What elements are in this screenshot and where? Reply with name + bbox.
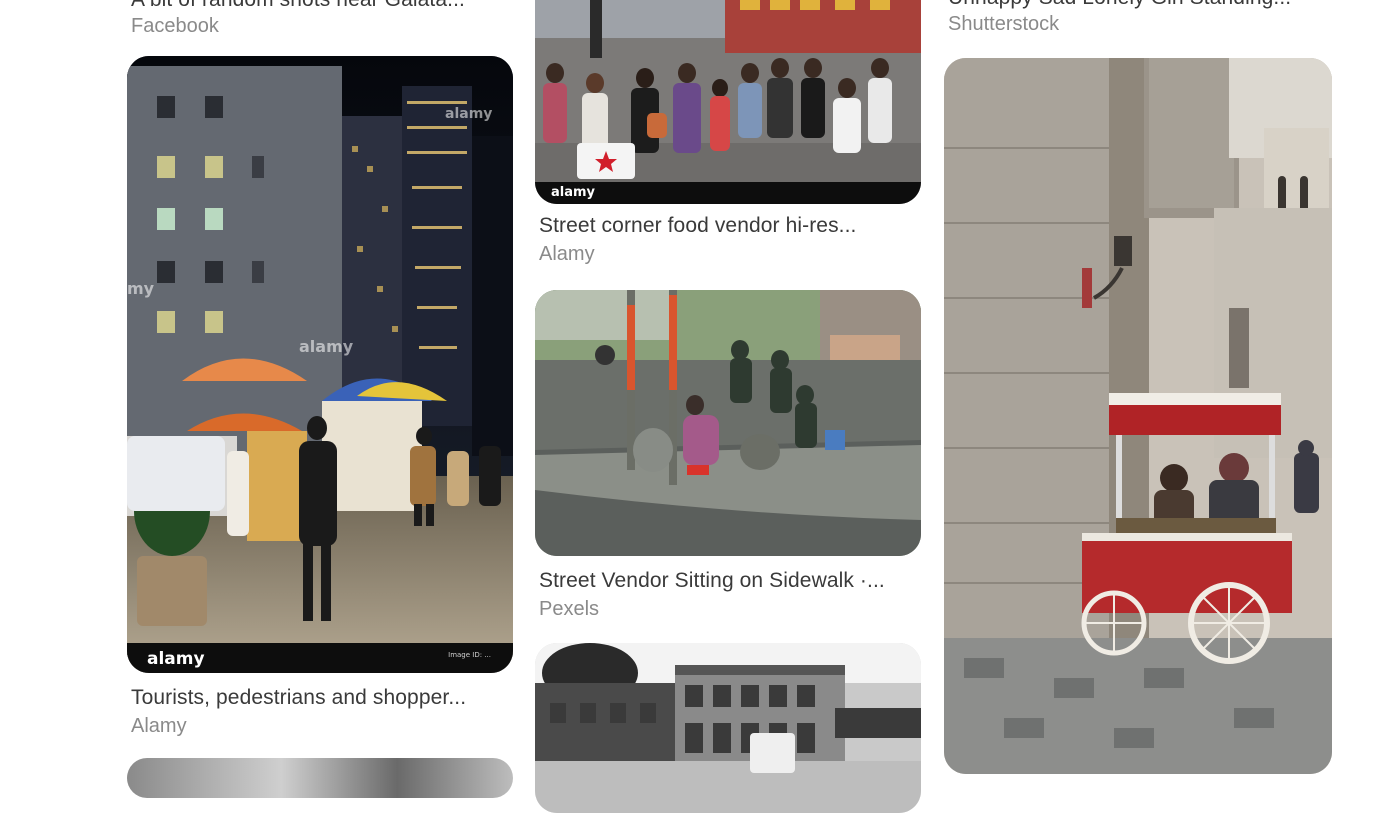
pin-card-sidewalk-vendor[interactable]: Street Vendor Sitting on Sidewalk ·... P… (535, 290, 921, 625)
chestnut-cart-image (944, 58, 1332, 774)
pin-source: Pexels (539, 598, 600, 620)
pin-card-sad-girl[interactable]: Unhappy Sad Lonely Girl Standing... Shut… (948, 0, 1333, 45)
alamy-logo: alamy (551, 185, 596, 200)
svg-text:alamy: alamy (299, 337, 354, 356)
pin-image-nyc-street[interactable]: alamy my alamy alamy Image ID: ... (127, 56, 513, 673)
sidewalk-vendor-image (535, 290, 921, 556)
alamy-footer-bar: alamy Image ID: ... (127, 643, 513, 673)
pin-card-galata[interactable]: A bit of random shots near Galata... Fac… (131, 0, 511, 45)
pin-image-chestnut-cart[interactable] (944, 58, 1332, 774)
pin-title[interactable]: Tourists, pedestrians and shopper... (131, 686, 511, 710)
pin-image-bw-peek[interactable] (127, 758, 513, 798)
pin-title[interactable]: Unhappy Sad Lonely Girl Standing... (948, 0, 1320, 10)
image-id-text: Image ID: ... (448, 651, 491, 659)
pin-source: Shutterstock (948, 13, 1060, 35)
nyc-night-street-image: alamy my alamy (127, 56, 513, 673)
bw-street-image (535, 643, 921, 813)
pin-source: Facebook (131, 15, 219, 37)
alamy-logo: alamy (147, 649, 205, 669)
pin-image-bw-street[interactable] (535, 643, 921, 813)
pin-image-food-vendor[interactable]: alamy (535, 0, 921, 204)
alamy-footer-bar: alamy (535, 182, 921, 204)
pin-card-bw-street[interactable] (535, 643, 921, 813)
pin-title[interactable]: Street corner food vendor hi-res... (539, 214, 919, 238)
crowded-market-image (535, 0, 921, 204)
pin-title[interactable]: A bit of random shots near Galata... (131, 0, 503, 12)
pin-card-bw-peek[interactable] (127, 758, 513, 798)
pin-card-food-vendor[interactable]: alamy Street corner food vendor hi-res..… (535, 0, 921, 270)
pin-title[interactable]: Street Vendor Sitting on Sidewalk ·... (539, 569, 919, 593)
svg-text:my: my (127, 279, 155, 298)
pin-source: Alamy (539, 243, 595, 265)
pin-card-chestnut-cart[interactable] (944, 58, 1332, 774)
pin-card-nyc-street[interactable]: alamy my alamy alamy Image ID: ... Touri… (127, 56, 513, 746)
pin-source: Alamy (131, 715, 187, 737)
pin-image-sidewalk-vendor[interactable] (535, 290, 921, 556)
svg-text:alamy: alamy (445, 106, 492, 122)
